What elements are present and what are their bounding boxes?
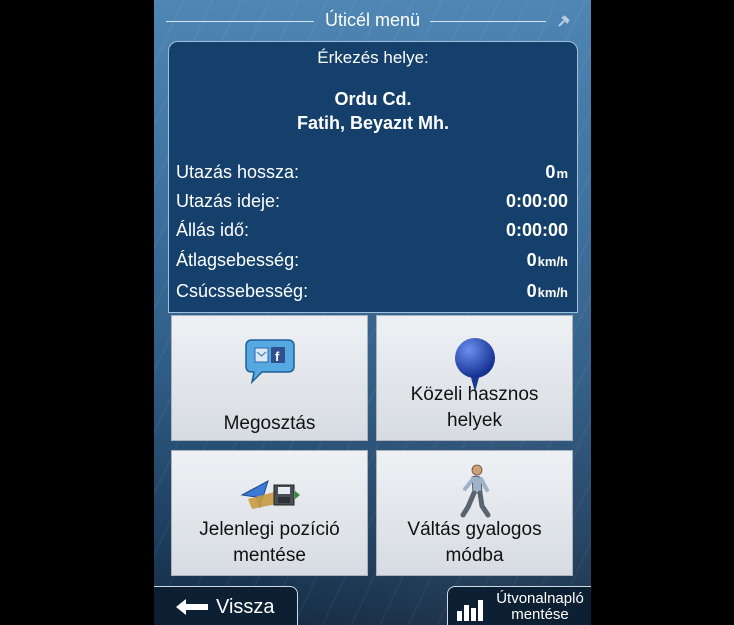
avg-speed-unit: km/h <box>537 254 568 269</box>
idle-time-value: 0:00:00 <box>505 220 568 240</box>
trip-distance-row: Utazás hossza: 0m <box>176 162 568 188</box>
nearby-places-tile[interactable]: Közeli hasznos helyek <box>376 315 573 441</box>
walk-mode-tile[interactable]: Váltás gyalogos módba <box>376 450 573 576</box>
avg-speed-value: 0 <box>526 250 537 270</box>
navigation-screen: Úticél menü Érkezés helye: Ordu Cd. Fati… <box>154 0 591 625</box>
title-bar: Úticél menü <box>154 8 591 36</box>
max-speed-unit: km/h <box>537 285 568 300</box>
walk-mode-label-line1: Váltás gyalogos <box>407 519 542 540</box>
nearby-label-line2: helyek <box>447 410 502 431</box>
trip-distance-label: Utazás hossza: <box>176 162 300 182</box>
back-button[interactable]: Vissza <box>154 586 298 625</box>
save-position-label-line2: mentése <box>233 545 306 566</box>
address-line-2: Fatih, Beyazıt Mh. <box>296 113 449 133</box>
trip-distance-value: 0 <box>545 162 556 182</box>
walking-person-icon <box>460 464 490 518</box>
share-tile[interactable]: f Megosztás <box>171 315 368 441</box>
walk-mode-label-line2: módba <box>445 545 504 566</box>
pin-icon <box>558 15 570 27</box>
share-bubble-icon: f <box>244 339 295 385</box>
trip-info-panel: Érkezés helye: Ordu Cd. Fatih, Beyazıt M… <box>168 41 578 313</box>
address-line-1: Ordu Cd. <box>334 89 412 109</box>
svg-text:f: f <box>275 349 280 364</box>
nearby-label-line1: Közeli hasznos <box>410 384 539 405</box>
save-trip-log-button[interactable]: Útvonalnapló mentése <box>447 586 591 625</box>
arrival-label: Érkezés helye: <box>317 48 429 67</box>
max-speed-label: Csúcssebesség: <box>176 281 309 301</box>
max-speed-row: Csúcssebesség: 0km/h <box>176 281 568 307</box>
trip-time-row: Utazás ideje: 0:00:00 <box>176 191 568 217</box>
avg-speed-row: Átlagsebesség: 0km/h <box>176 250 568 276</box>
trip-log-label-line1: Útvonalnapló <box>496 590 584 607</box>
page-title: Úticél menü <box>324 10 421 30</box>
max-speed-value: 0 <box>526 281 537 301</box>
avg-speed-label: Átlagsebesség: <box>176 250 300 270</box>
idle-time-row: Állás idő: 0:00:00 <box>176 220 568 246</box>
bar-chart-icon <box>457 600 483 621</box>
trip-time-label: Utazás ideje: <box>176 191 281 211</box>
trip-time-value: 0:00:00 <box>505 191 568 211</box>
save-location-icon <box>239 479 300 509</box>
arrow-left-icon <box>176 599 208 615</box>
save-position-tile[interactable]: Jelenlegi pozíció mentése <box>171 450 368 576</box>
trip-distance-unit: m <box>556 166 568 181</box>
idle-time-label: Állás idő: <box>176 220 250 240</box>
share-label: Megosztás <box>223 413 316 434</box>
back-label: Vissza <box>216 596 275 618</box>
save-position-label-line1: Jelenlegi pozíció <box>199 519 340 540</box>
trip-log-label-line2: mentése <box>511 606 569 623</box>
